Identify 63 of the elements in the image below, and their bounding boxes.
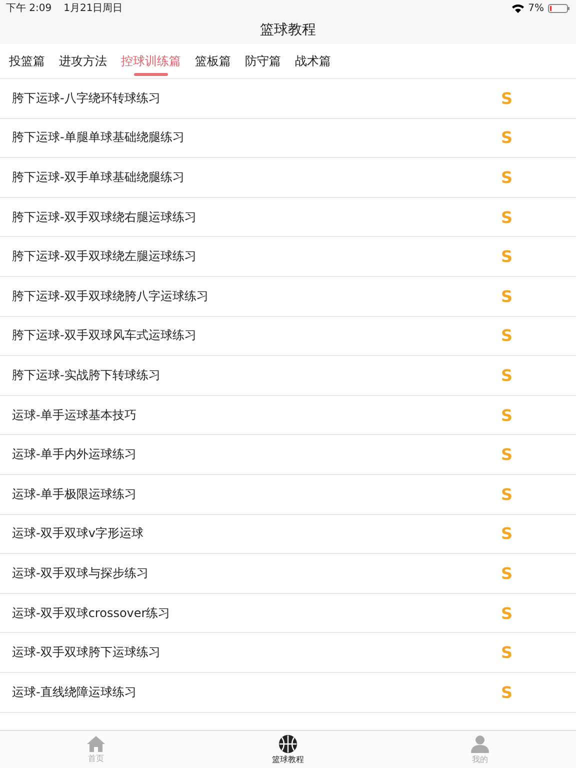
battery-percent: 7% [528,2,544,14]
lesson-letter-label: S [501,128,513,148]
lesson-letter-label: S [501,286,513,306]
lesson-title: 运球-双手双球crossover练习 [12,604,172,622]
lesson-row[interactable]: 胯下运球-双手单球基础绕腿练习 S [0,158,576,198]
lesson-title: 胯下运球-双手双球绕右腿运球练习 [12,208,198,226]
lesson-row[interactable]: 运球-双手双球v字形运球 S [0,514,576,554]
lesson-title: 胯下运球-实战胯下转球练习 [12,366,162,384]
lesson-letter-label: S [501,247,513,266]
lesson-letter-label: S [501,406,513,425]
lesson-row[interactable]: 运球-单手运球基本技巧 S [0,396,576,436]
lesson-title: 运球-单手运球基本技巧 [12,406,138,424]
lesson-letter-label: S [501,88,513,108]
category-tab[interactable]: 进攻方法 [54,44,112,78]
home-icon [87,736,105,752]
lesson-row[interactable]: 胯下运球-双手双球绕左腿运球练习 S [0,237,576,277]
battery-icon [548,4,570,12]
basketball-icon [279,734,297,752]
status-date: 1月21日周日 [64,2,123,15]
lesson-letter-label: S [501,682,513,702]
lesson-title: 胯下运球-双手单球基础绕腿练习 [12,168,186,186]
lesson-row[interactable]: 胯下运球-实战胯下转球练习 S [0,356,576,396]
lesson-letter-label: S [501,564,513,583]
lesson-title: 胯下运球-单腿单球基础绕腿练习 [12,129,186,146]
lesson-letter-label: S [501,445,513,464]
lesson-row[interactable]: 胯下运球-双手双球绕右腿运球练习 S [0,198,576,238]
lesson-title: 运球-直线绕障运球练习 [12,684,138,701]
lesson-row[interactable]: 胯下运球-单腿单球基础绕腿练习 S [0,118,576,158]
lesson-letter-label: S [501,484,513,504]
category-tab[interactable]: 防守篇 [240,44,286,78]
person-icon [471,734,489,752]
lesson-letter-label: S [501,326,513,346]
category-tab[interactable]: 投篮篇 [4,44,50,78]
lesson-letter-label: S [501,208,513,227]
lesson-row[interactable]: 运球-单手极限运球练习 S [0,474,576,515]
category-tab[interactable]: 篮板篇 [190,44,236,78]
status-time: 下午 2:09 [6,2,52,15]
lesson-row[interactable]: 运球-直线绕障运球练习 S [0,672,576,712]
lesson-row[interactable]: 运球-单手内外运球练习 S [0,435,576,475]
nav-title: 篮球教程 [260,21,316,39]
lesson-row[interactable]: 胯下运球-双手双球风车式运球练习 S [0,316,576,356]
lesson-title: 胯下运球-八字绕环转球练习 [12,90,162,107]
lesson-title: 胯下运球-双手双球绕胯八字运球练习 [12,288,210,305]
lesson-row[interactable]: 运球-双手双球与探步练习 S [0,554,576,594]
category-tab[interactable]: 战术篇 [290,44,336,78]
lesson-row[interactable]: 胯下运球-双手双球绕胯八字运球练习 S [0,276,576,317]
lesson-title: 运球-单手内外运球练习 [12,446,138,464]
lesson-title: 运球-双手双球v字形运球 [12,525,144,542]
lesson-letter-label: S [501,366,513,385]
lesson-letter-label: S [501,643,513,662]
lesson-title: 运球-双手双球与探步练习 [12,564,150,582]
tab-bar-item[interactable]: 篮球教程 [192,731,384,768]
lesson-title: 运球-单手极限运球练习 [12,486,138,503]
wifi-icon [512,4,524,12]
lesson-title: 胯下运球-双手双球风车式运球练习 [12,327,198,344]
lesson-title: 胯下运球-双手双球绕左腿运球练习 [12,248,198,266]
lesson-letter-label: S [501,168,513,187]
lesson-row[interactable]: 胯下运球-八字绕环转球练习 S [0,79,576,119]
lesson-title: 运球-双手双球胯下运球练习 [12,644,162,662]
lesson-letter-label: S [501,524,513,544]
lesson-row[interactable]: 运球-双手双球crossover练习 S [0,594,576,634]
lesson-row[interactable]: 运球-双手双球胯下运球练习 S [0,633,576,673]
lesson-letter-label: S [501,604,513,623]
